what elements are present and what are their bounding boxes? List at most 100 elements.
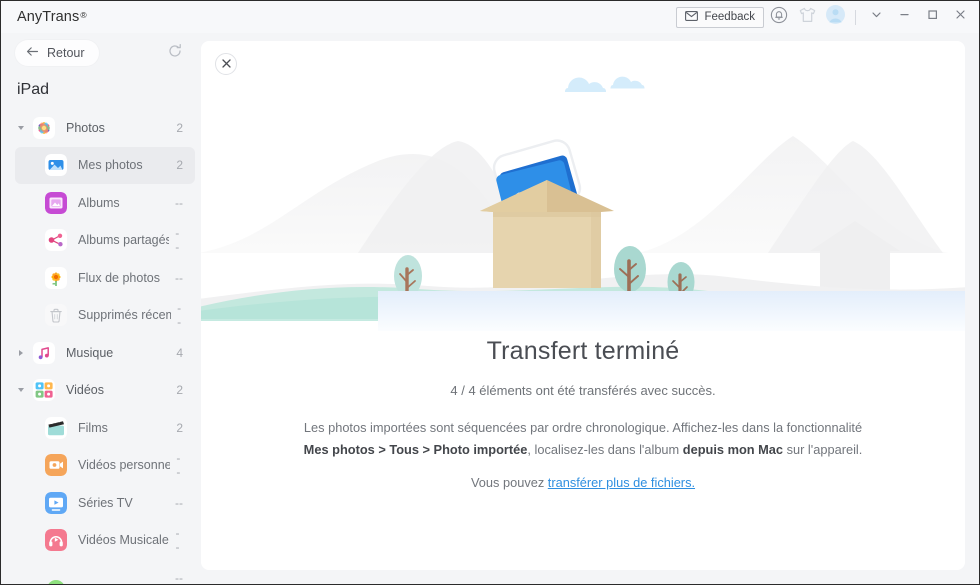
albums-icon	[45, 191, 67, 214]
photo-stream-icon	[45, 266, 67, 289]
device-name: iPad	[17, 81, 50, 98]
chevron-right-icon[interactable]	[15, 349, 27, 356]
back-button[interactable]: Retour	[15, 40, 99, 66]
sidebar-item-count: --	[176, 451, 181, 480]
description-bold-1: Mes photos > Tous > Photo importée	[303, 442, 528, 457]
sidebar-item-count: 2	[176, 420, 183, 435]
page-title: Transfert terminé	[486, 337, 680, 365]
sidebar-item-label: Vidéos	[66, 383, 104, 398]
app-title: AnyTrans ®	[17, 9, 87, 25]
sidebar-item-musique[interactable]: Musique 4	[1, 334, 195, 372]
music-videos-icon	[45, 529, 67, 552]
sidebar-tree: Photos 2 Mes photos 2 Albums -- Albums part…	[1, 109, 201, 584]
sidebar-item-count: --	[175, 570, 183, 584]
theme-button[interactable]	[794, 4, 820, 30]
registered-mark-icon: ®	[80, 10, 87, 20]
sidebar-item-count: 2	[176, 158, 183, 173]
sidebar-item-label: Albums	[78, 195, 120, 210]
sidebar-item-count: 2	[176, 383, 183, 398]
feedback-label: Feedback	[704, 11, 755, 23]
transfer-complete-texts: Transfert terminé 4 / 4 éléments ont été…	[201, 337, 965, 490]
maximize-icon	[926, 8, 939, 26]
minimize-button[interactable]	[891, 4, 917, 30]
trash-icon	[45, 304, 67, 327]
notifications-button[interactable]	[766, 4, 792, 30]
close-icon	[221, 55, 231, 73]
sidebar-item-count: --	[175, 526, 180, 555]
close-icon	[954, 8, 967, 26]
back-button-label: Retour	[47, 46, 85, 60]
account-button[interactable]	[822, 4, 848, 30]
sidebar-item-count: --	[175, 226, 180, 255]
sidebar-item-count: --	[177, 301, 182, 330]
home-videos-icon	[45, 454, 67, 477]
chevron-down-icon[interactable]	[15, 388, 27, 393]
sidebar-item-podcasts[interactable]: --	[15, 559, 195, 584]
sidebar-item-label: Musique	[66, 345, 114, 360]
sidebar-item-label: Vidéos personnelles	[78, 458, 171, 473]
feedback-button[interactable]: Feedback	[676, 6, 764, 28]
title-bar: AnyTrans ® Feedback	[1, 1, 979, 33]
sidebar-item-photos[interactable]: Photos 2	[1, 109, 195, 147]
sidebar-item-supprim-s-r-cemment[interactable]: Supprimés récemment --	[15, 297, 195, 335]
app-name: AnyTrans	[17, 9, 80, 25]
footer-prefix: Vous pouvez	[470, 475, 548, 490]
sidebar-item-count: 2	[176, 120, 183, 135]
music-icon	[33, 341, 55, 364]
podcasts-icon	[45, 567, 67, 584]
content-area: Transfert terminé 4 / 4 éléments ont été…	[201, 33, 979, 584]
description-bold-2: depuis mon Mac	[682, 442, 784, 457]
arrow-left-icon	[26, 46, 39, 60]
sidebar-item-films[interactable]: Films 2	[15, 409, 195, 447]
sidebar-item-vid-os[interactable]: Vidéos 2	[1, 372, 195, 410]
sidebar-item-label: Séries TV	[78, 495, 133, 510]
videos-icon	[33, 379, 55, 402]
titlebar-controls: Feedback	[676, 4, 973, 30]
my-photos-icon	[45, 154, 67, 177]
sidebar-item-count: --	[175, 270, 183, 285]
sidebar-item-label: Photos	[66, 120, 105, 135]
maximize-button[interactable]	[919, 4, 945, 30]
transfer-more-files-link[interactable]: transférer plus de fichiers.	[548, 475, 695, 490]
description-part-1: Les photos importées sont séquencées par…	[303, 420, 863, 435]
sidebar-item-albums-partag-s[interactable]: Albums partagés --	[15, 222, 195, 260]
sidebar-toolbar: Retour	[1, 33, 201, 73]
refresh-button[interactable]	[163, 41, 187, 65]
titlebar-divider	[855, 9, 856, 25]
panel-close-button[interactable]	[215, 53, 237, 75]
sidebar-item-vid-os-musicales[interactable]: Vidéos Musicales --	[15, 522, 195, 560]
photos-icon	[33, 116, 55, 139]
transfer-complete-panel: Transfert terminé 4 / 4 éléments ont été…	[201, 41, 965, 570]
minimize-icon	[898, 8, 911, 26]
chevron-down-icon[interactable]	[15, 125, 27, 130]
movies-icon	[45, 416, 67, 439]
app-body: Retour iPad Photos 2 Mes photos 2 Albums…	[1, 33, 979, 584]
chevron-down-icon	[870, 8, 883, 26]
sidebar-item-flux-de-photos[interactable]: Flux de photos --	[15, 259, 195, 297]
sidebar-item-count: --	[175, 495, 183, 510]
refresh-icon	[167, 43, 183, 64]
sidebar-item-label: Mes photos	[78, 158, 143, 173]
tv-shows-icon	[45, 491, 67, 514]
sidebar-item-count: 4	[176, 345, 183, 360]
sidebar-item-s-ries-tv[interactable]: Séries TV --	[15, 484, 195, 522]
sidebar-item-label: Films	[78, 420, 108, 435]
menu-button[interactable]	[863, 4, 889, 30]
bell-icon	[770, 6, 788, 29]
sidebar-item-label: Vidéos Musicales	[78, 533, 170, 548]
sidebar-item-label: Supprimés récemment	[78, 308, 172, 323]
sidebar-item-albums[interactable]: Albums --	[15, 184, 195, 222]
sidebar-item-label: Flux de photos	[78, 270, 160, 285]
transfer-summary: 4 / 4 éléments ont été transférés avec s…	[450, 383, 716, 398]
transfer-description: Les photos importées sont séquencées par…	[298, 417, 868, 461]
app-window: AnyTrans ® Feedback Retour iPad Photos 2…	[0, 0, 980, 585]
sidebar-item-mes-photos[interactable]: Mes photos 2	[15, 146, 195, 184]
tshirt-icon	[798, 6, 817, 29]
avatar-icon	[825, 5, 845, 29]
envelope-icon	[685, 10, 699, 24]
description-part-3: sur l'appareil.	[783, 442, 863, 457]
sidebar-item-vid-os-personnelles[interactable]: Vidéos personnelles --	[15, 447, 195, 485]
close-window-button[interactable]	[947, 4, 973, 30]
transfer-complete-illustration	[201, 41, 965, 331]
sidebar-item-count: --	[175, 195, 183, 210]
